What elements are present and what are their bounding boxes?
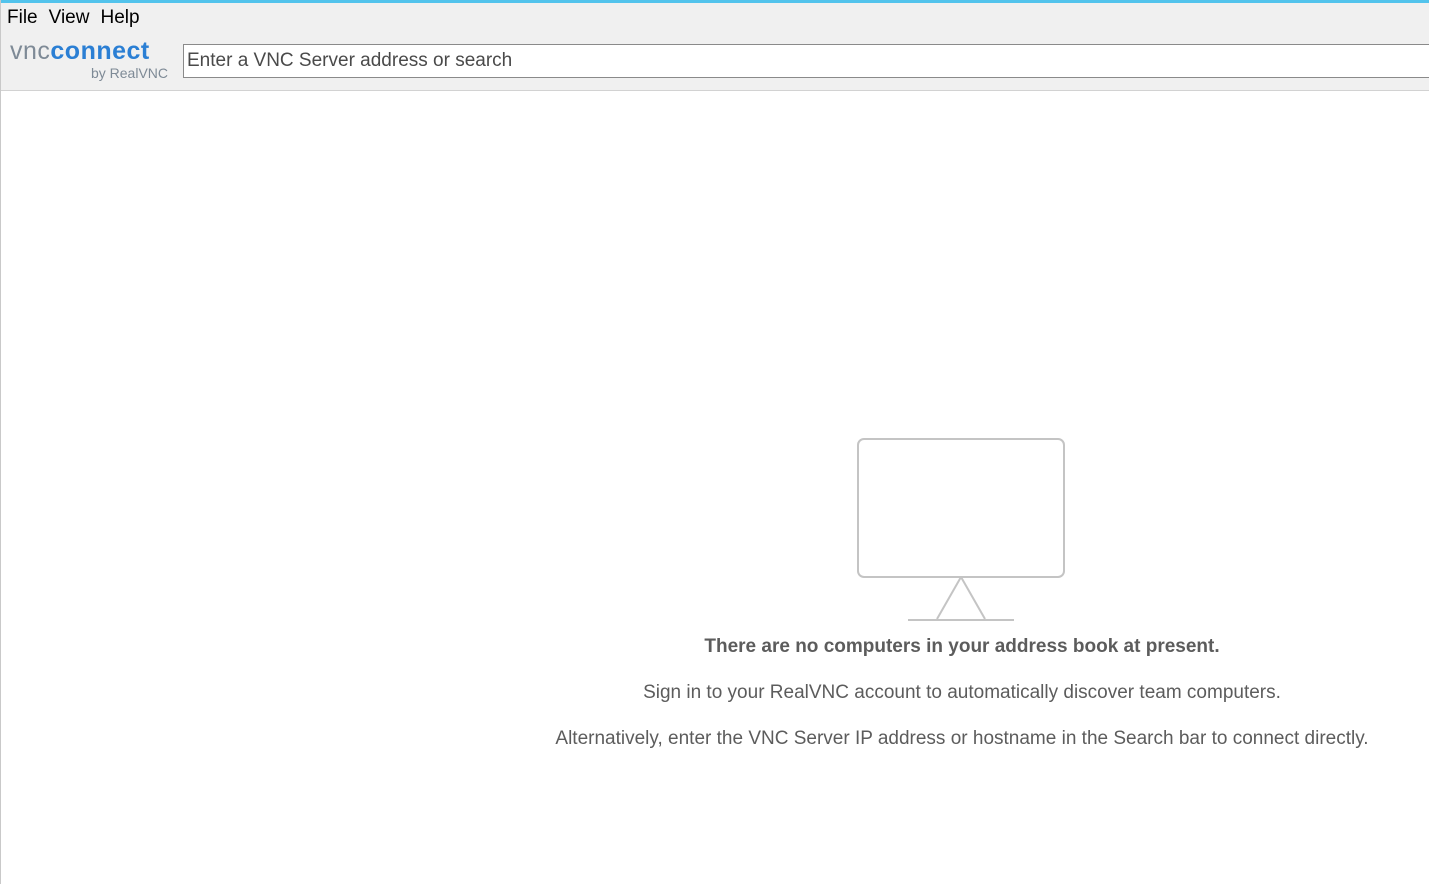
logo-byline: by RealVNC <box>90 65 168 81</box>
empty-state-title: There are no computers in your address b… <box>704 636 1220 657</box>
menu-bar: File View Help <box>1 3 1429 33</box>
empty-state-search-hint: Alternatively, enter the VNC Server IP a… <box>555 728 1369 749</box>
logo-connect-text: connect <box>50 37 150 65</box>
vnc-viewer-window: File View Help vncconnect by RealVNC The… <box>0 0 1429 884</box>
toolbar: vncconnect by RealVNC <box>1 33 1429 91</box>
logo-vnc-text: vnc <box>10 37 51 65</box>
empty-address-book: There are no computers in your address b… <box>481 438 1429 750</box>
menu-help[interactable]: Help <box>94 4 144 32</box>
empty-state-signin-hint: Sign in to your RealVNC account to autom… <box>643 682 1281 703</box>
menu-file[interactable]: File <box>1 4 43 32</box>
search-input[interactable] <box>183 44 1429 78</box>
vnc-connect-logo: vncconnect by RealVNC <box>10 38 170 84</box>
menu-view[interactable]: View <box>43 4 95 32</box>
monitor-icon <box>857 438 1065 621</box>
